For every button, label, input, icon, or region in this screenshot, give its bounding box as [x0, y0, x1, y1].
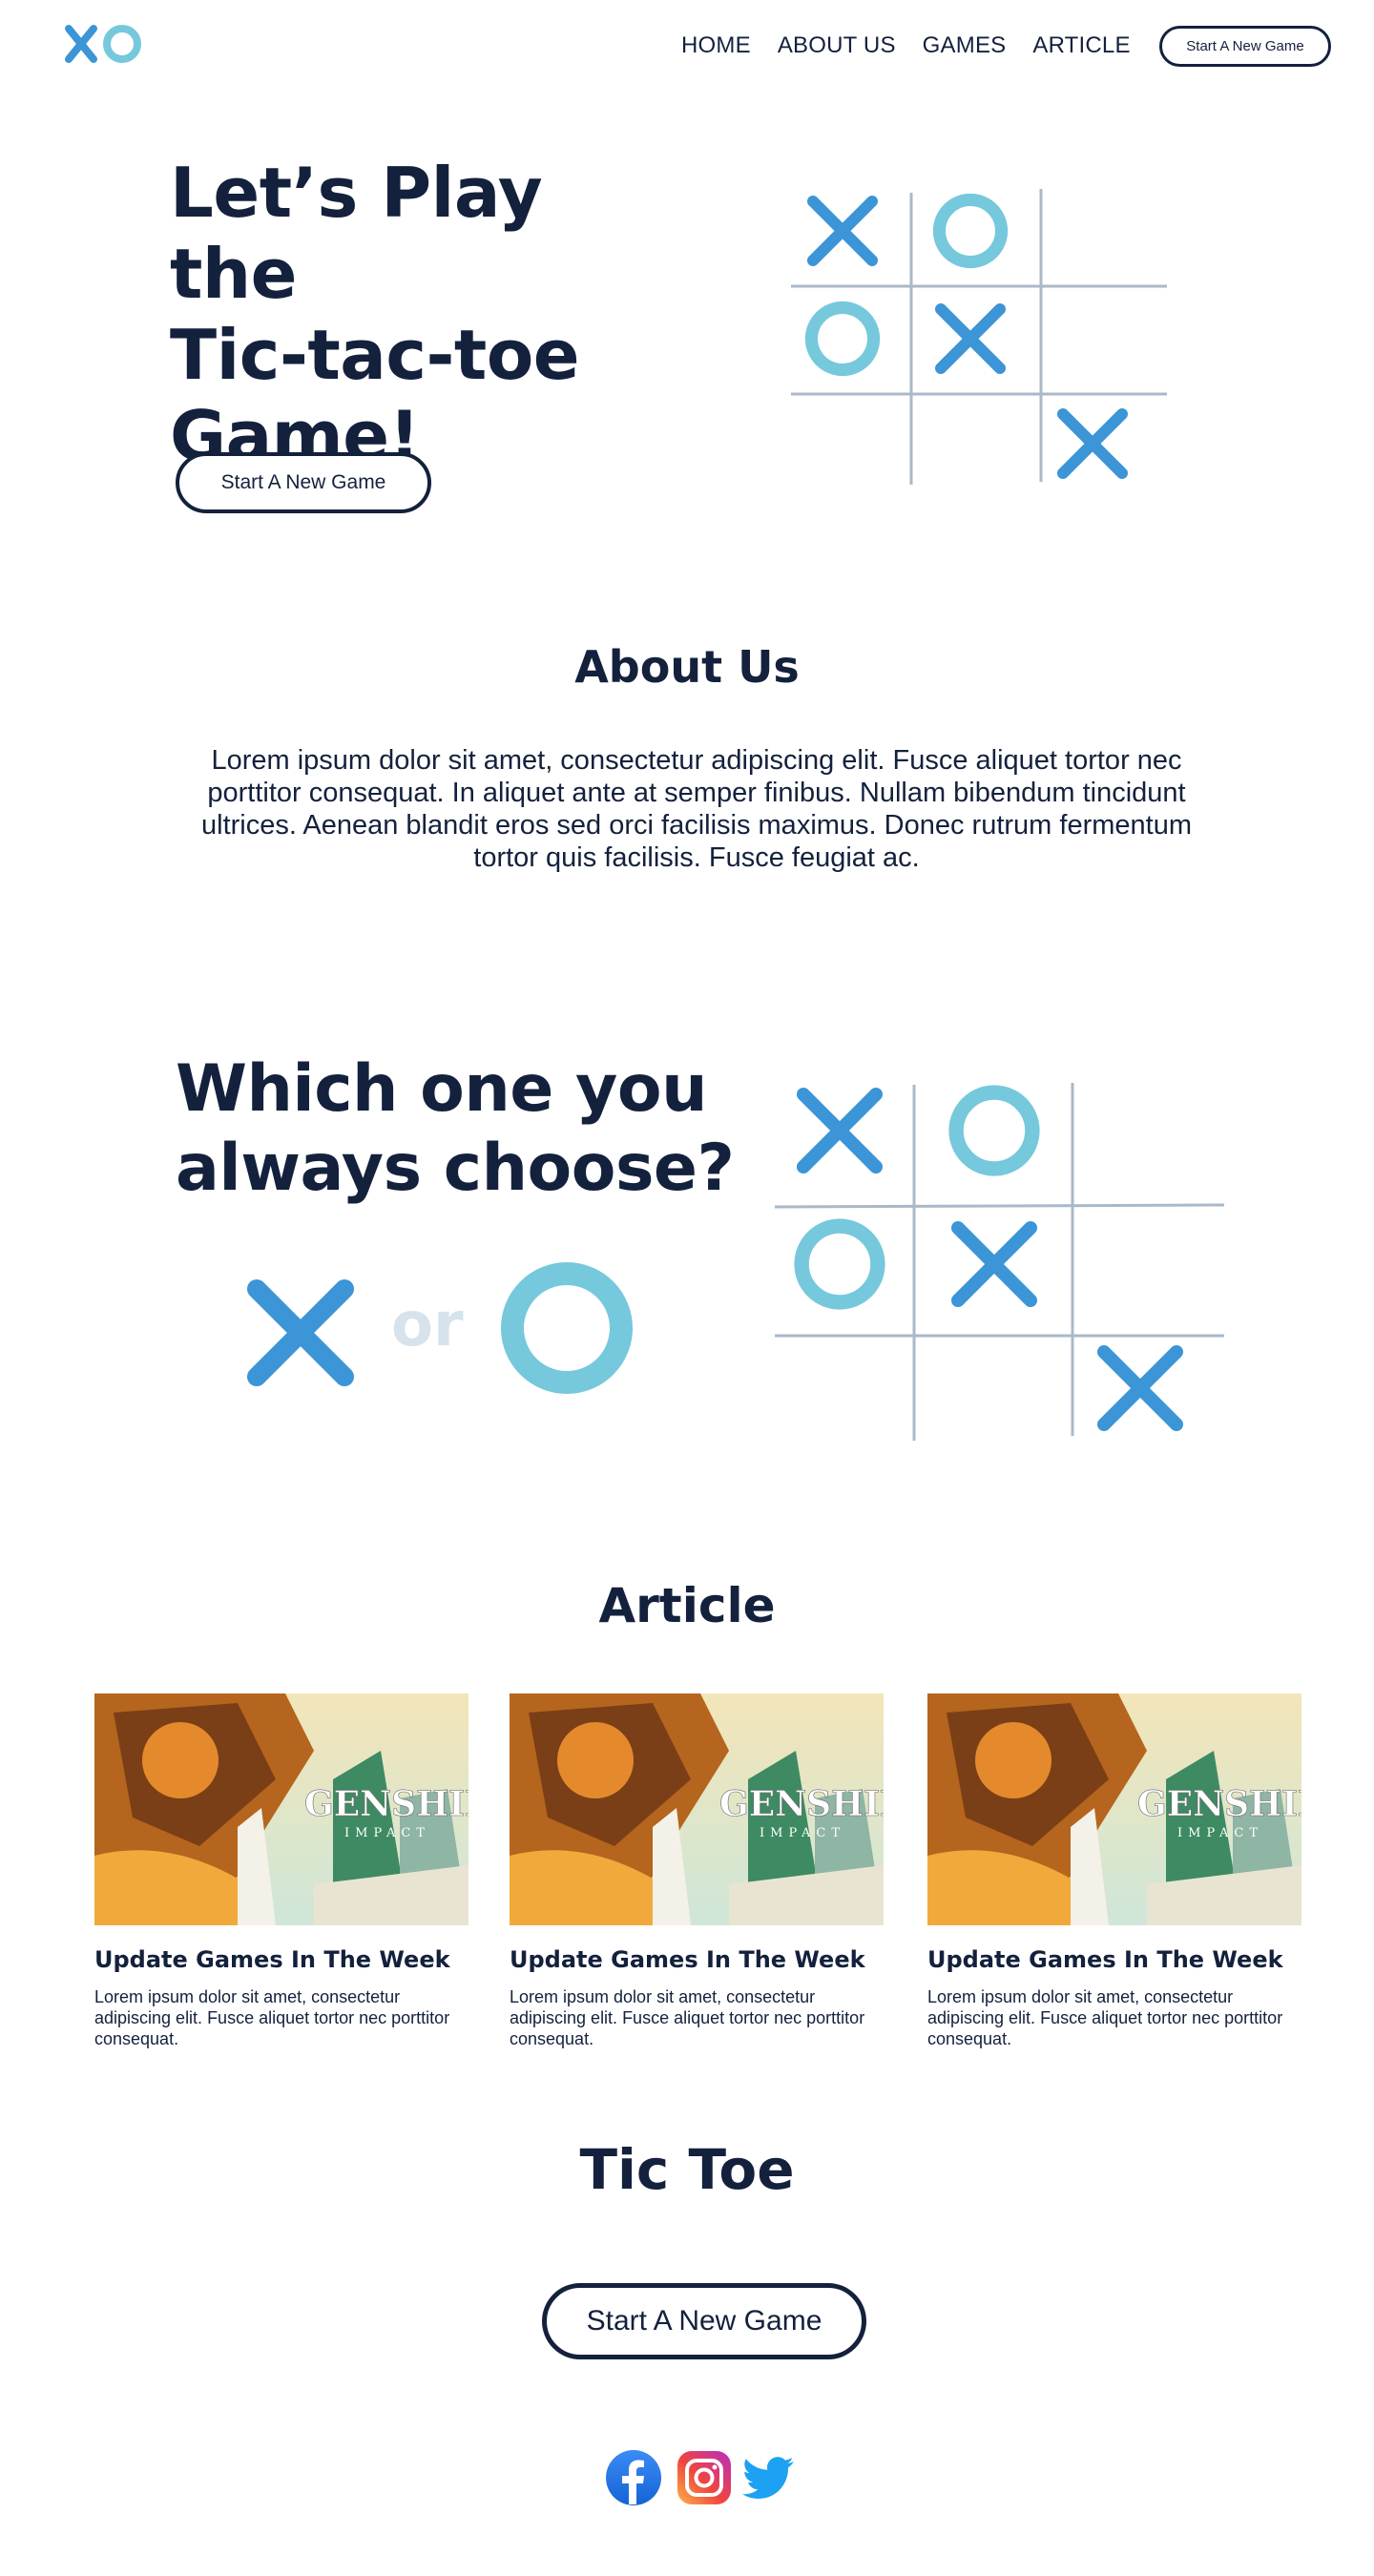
article-image-title: GENSHIN	[304, 1784, 468, 1824]
article-image[interactable]: GENSHIN IMPACT	[927, 1693, 1301, 1925]
hero-new-game-button[interactable]: Start A New Game	[176, 452, 431, 513]
facebook-icon[interactable]	[605, 2449, 662, 2506]
hero-board-cells	[804, 193, 1128, 479]
main-nav: HOME ABOUT US GAMES ARTICLE	[681, 29, 1157, 63]
article-image-subtitle: IMPACT	[760, 1826, 845, 1840]
article-image-title: GENSHIN	[1137, 1784, 1301, 1824]
x-choice-icon[interactable]	[243, 1276, 358, 1390]
choose-title: Which one you always choose?	[176, 1049, 748, 1208]
board-o-mark	[932, 193, 1009, 269]
board-x-mark	[807, 196, 878, 266]
board-x-mark	[797, 1088, 883, 1174]
board-o-mark	[948, 1085, 1040, 1176]
o-choice-icon[interactable]	[498, 1259, 636, 1398]
hero-board-illustration	[787, 181, 1169, 491]
article-title[interactable]: Update Games In The Week	[927, 1946, 1301, 1973]
board-x-mark	[935, 303, 1006, 374]
about-text: Lorem ipsum dolor sit amet, consectetur …	[201, 745, 1192, 873]
about-title: About Us	[574, 641, 800, 693]
article-image[interactable]: GENSHIN IMPACT	[94, 1693, 468, 1925]
twitter-icon[interactable]	[740, 2449, 798, 2506]
board-x-mark	[1057, 408, 1128, 479]
nav-about-us[interactable]: ABOUT US	[778, 32, 896, 59]
article-card-2[interactable]: GENSHIN IMPACT Update Games In The Week …	[510, 1693, 884, 2049]
nav-games[interactable]: GAMES	[923, 32, 1007, 59]
nav-home[interactable]: HOME	[681, 32, 751, 59]
or-label: or	[391, 1290, 464, 1361]
hero-title-line-2: Tic-tac-toe	[170, 315, 580, 395]
bottom-new-game-button[interactable]: Start A New Game	[542, 2283, 866, 2359]
article-image-subtitle: IMPACT	[1177, 1826, 1263, 1840]
header-new-game-button[interactable]: Start A New Game	[1159, 26, 1331, 67]
article-image[interactable]: GENSHIN IMPACT	[510, 1693, 884, 1925]
xo-logo-icon[interactable]	[63, 21, 149, 69]
nav-article[interactable]: ARTICLE	[1032, 32, 1130, 59]
article-image-subtitle: IMPACT	[344, 1826, 430, 1840]
board-o-mark	[804, 301, 881, 377]
article-card-3[interactable]: GENSHIN IMPACT Update Games In The Week …	[927, 1693, 1301, 2049]
board-x-mark	[951, 1221, 1037, 1307]
board-x-mark	[1097, 1345, 1183, 1431]
choose-title-line-2: always choose?	[176, 1131, 735, 1206]
article-excerpt: Lorem ipsum dolor sit amet, consectetur …	[510, 1987, 865, 2048]
article-title[interactable]: Update Games In The Week	[94, 1946, 468, 1973]
article-excerpt: Lorem ipsum dolor sit amet, consectetur …	[94, 1987, 450, 2048]
article-section-title: Article	[598, 1578, 776, 1633]
instagram-icon[interactable]	[676, 2449, 733, 2506]
article-card-1[interactable]: GENSHIN IMPACT Update Games In The Week …	[94, 1693, 468, 2049]
hero-title-line-1: Let’s Play the	[170, 153, 543, 314]
hero-title: Let’s Play the Tic-tac-toe Game!	[170, 153, 666, 477]
tic-toe-title: Tic Toe	[579, 2137, 795, 2202]
article-image-title: GENSHIN	[719, 1784, 884, 1824]
board-o-mark	[794, 1218, 885, 1310]
article-title[interactable]: Update Games In The Week	[510, 1946, 884, 1973]
choose-title-line-1: Which one you	[176, 1051, 708, 1127]
article-excerpt: Lorem ipsum dolor sit amet, consectetur …	[927, 1987, 1283, 2048]
choose-board-cells	[794, 1085, 1183, 1431]
choose-board-illustration	[773, 1073, 1226, 1445]
